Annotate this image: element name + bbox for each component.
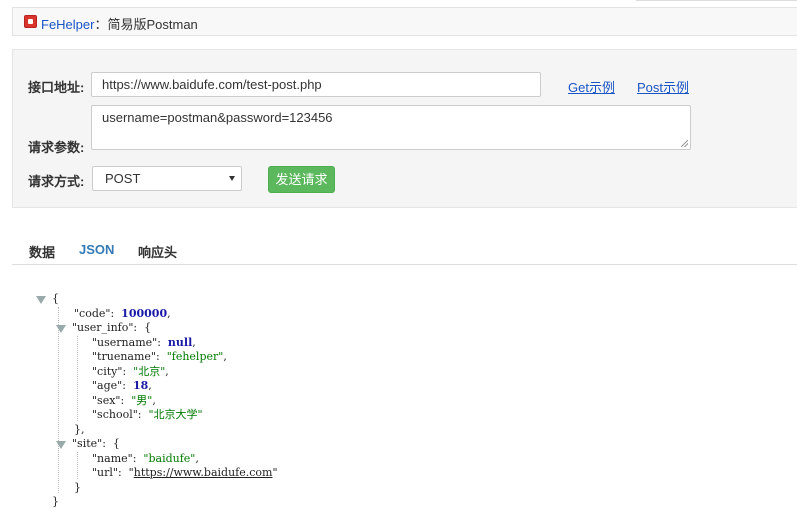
json-value-age: 18 bbox=[132, 379, 149, 392]
json-close-brace: } bbox=[52, 495, 59, 508]
json-open-brace: { bbox=[52, 292, 59, 305]
json-close-site: } bbox=[74, 481, 81, 494]
top-divider bbox=[636, 0, 797, 1]
json-key-city: "city" bbox=[92, 365, 123, 378]
json-key-url: "url" bbox=[92, 466, 118, 479]
url-label: 接口地址: bbox=[28, 80, 85, 95]
app-header: FeHelper：简易版Postman bbox=[12, 7, 797, 36]
app-subtitle: 简易版Postman bbox=[107, 17, 198, 32]
dropdown-arrow-icon bbox=[229, 176, 235, 181]
json-key-user-info: "user_info" bbox=[72, 321, 134, 334]
params-textarea[interactable]: username=postman&password=123456 bbox=[91, 105, 691, 150]
json-key-truename: "truename" bbox=[92, 350, 156, 363]
request-form: 接口地址: https://www.baidufe.com/test-post.… bbox=[12, 49, 797, 208]
json-value-username: null bbox=[167, 336, 193, 349]
json-value-school: "北京大学" bbox=[148, 408, 203, 421]
tree-guide-root bbox=[58, 307, 59, 493]
json-value-city: "北京" bbox=[133, 365, 166, 378]
json-value-url-link[interactable]: https://www.baidufe.com bbox=[134, 466, 273, 479]
json-value-sex: "男" bbox=[131, 394, 153, 407]
json-key-sex: "sex" bbox=[92, 394, 121, 407]
send-request-button[interactable]: 发送请求 bbox=[268, 166, 335, 193]
params-label: 请求参数: bbox=[28, 140, 85, 155]
method-label: 请求方式: bbox=[28, 174, 85, 189]
json-value-code: 100000 bbox=[121, 307, 168, 320]
json-value-truename: "fehelper" bbox=[166, 350, 224, 363]
tree-guide-site bbox=[77, 452, 78, 479]
params-value: username=postman&password=123456 bbox=[102, 110, 333, 125]
result-tabs: 数据 JSON 响应头 bbox=[12, 233, 797, 265]
tab-data[interactable]: 数据 bbox=[29, 242, 55, 261]
json-key-name: "name" bbox=[92, 452, 133, 465]
method-value: POST bbox=[105, 171, 141, 186]
json-key-username: "username" bbox=[92, 336, 158, 349]
json-close-user-info: }, bbox=[74, 423, 85, 436]
json-value-name: "baidufe" bbox=[143, 452, 196, 465]
json-key-school: "school" bbox=[92, 408, 138, 421]
collapse-user-info-icon[interactable] bbox=[56, 325, 66, 333]
post-example-link[interactable]: Post示例 bbox=[637, 77, 689, 96]
json-key-code: "code" bbox=[74, 307, 111, 320]
brand-name: FeHelper bbox=[41, 17, 95, 32]
app-title: FeHelper：简易版Postman bbox=[41, 14, 198, 33]
json-key-site: "site" bbox=[72, 437, 103, 450]
get-example-link[interactable]: Get示例 bbox=[568, 77, 615, 96]
collapse-site-icon[interactable] bbox=[56, 441, 66, 449]
resize-grip-icon[interactable] bbox=[681, 140, 688, 147]
fehelper-logo-icon bbox=[24, 15, 37, 28]
method-select[interactable]: POST bbox=[92, 166, 242, 191]
tree-guide-user-info bbox=[77, 336, 78, 421]
tab-json[interactable]: JSON bbox=[79, 242, 114, 257]
tab-response-headers[interactable]: 响应头 bbox=[138, 242, 177, 261]
url-input[interactable]: https://www.baidufe.com/test-post.php bbox=[91, 72, 541, 97]
title-separator: ： bbox=[94, 17, 108, 32]
collapse-root-icon[interactable] bbox=[36, 296, 46, 304]
json-key-age: "age" bbox=[92, 379, 123, 392]
